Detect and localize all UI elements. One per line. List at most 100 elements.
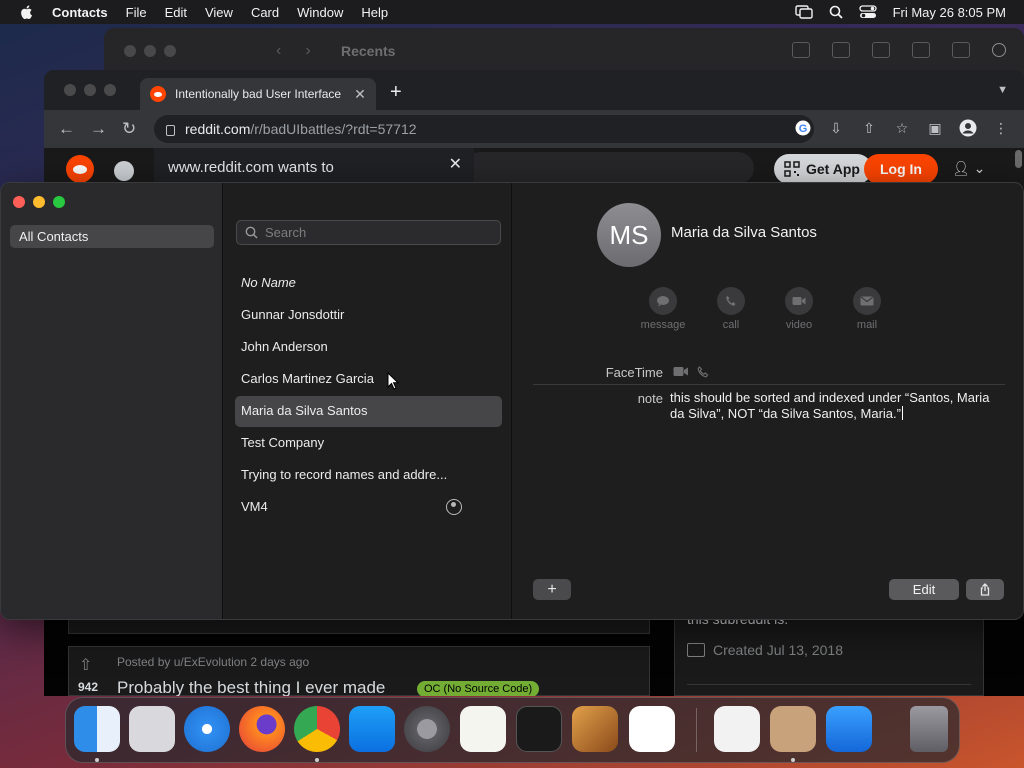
log-in-button[interactable]: Log In	[864, 154, 938, 184]
facetime-video-icon[interactable]	[673, 366, 689, 377]
menu-window[interactable]: Window	[297, 5, 343, 20]
dock-finder-icon[interactable]	[74, 706, 120, 752]
edit-button[interactable]: Edit	[889, 579, 959, 600]
phone-icon	[717, 287, 745, 315]
screen-mirroring-icon[interactable]	[794, 5, 813, 19]
menu-help[interactable]: Help	[361, 5, 388, 20]
dock-textedit-icon[interactable]	[460, 706, 506, 752]
close-icon[interactable]: ✕	[449, 154, 462, 174]
back-icon[interactable]: ←	[58, 119, 75, 139]
add-button[interactable]: +	[533, 579, 571, 600]
menu-view[interactable]: View	[205, 5, 233, 20]
traffic-lights-inactive[interactable]	[64, 84, 116, 96]
lock-icon[interactable]	[166, 124, 175, 136]
permission-text: www.reddit.com wants to	[168, 159, 334, 176]
menu-card[interactable]: Card	[251, 5, 279, 20]
dock-safari-icon[interactable]	[184, 706, 230, 752]
search-icon[interactable]	[992, 43, 1006, 57]
contact-row[interactable]: Test Company	[235, 428, 502, 459]
browser-toolbar: ← → ↻ reddit.com/r/badUIbattles/?rdt=577…	[44, 110, 1024, 148]
traffic-lights	[13, 196, 65, 208]
call-button[interactable]: call	[708, 287, 754, 331]
dock-trash-icon[interactable]	[910, 706, 948, 752]
post-title[interactable]: Probably the best thing I ever made	[117, 678, 385, 696]
forward-icon[interactable]: →	[90, 119, 107, 139]
close-icon[interactable]: ✕	[352, 86, 368, 103]
dock-contacts-icon[interactable]	[770, 706, 816, 752]
back-arrow-icon[interactable]: ‹	[276, 42, 281, 60]
dock-app-store-icon[interactable]	[349, 706, 395, 752]
mail-label: mail	[856, 319, 878, 331]
reddit-search-input[interactable]	[464, 152, 754, 184]
forward-arrow-icon[interactable]: ›	[305, 42, 310, 60]
menu-file[interactable]: File	[126, 5, 147, 20]
post-flair[interactable]: OC (No Source Code)	[417, 681, 540, 696]
mail-button[interactable]: mail	[844, 287, 890, 331]
menu-clock[interactable]: Fri May 26 8:05 PM	[893, 5, 1006, 20]
reddit-post[interactable]: ⇧ 942 Posted by u/ExEvolution 2 days ago…	[68, 646, 650, 696]
more-icon[interactable]	[952, 42, 970, 58]
profile-icon[interactable]	[959, 119, 977, 137]
reload-icon[interactable]: ↻	[122, 119, 136, 139]
dock-vscode-icon[interactable]	[629, 706, 675, 752]
menu-bar: Contacts File Edit View Card Window Help…	[0, 0, 1024, 24]
dock-instruments-icon[interactable]	[572, 706, 618, 752]
note-field[interactable]: this should be sorted and indexed under …	[670, 390, 990, 422]
reddit-logo-icon[interactable]	[66, 155, 94, 183]
contact-row-me[interactable]: VM4	[235, 492, 502, 523]
menu-edit[interactable]: Edit	[165, 5, 187, 20]
new-tab-icon[interactable]: +	[390, 82, 402, 102]
globe-icon[interactable]	[114, 161, 134, 181]
minimize-window-button[interactable]	[33, 196, 45, 208]
get-app-button[interactable]: Get App	[774, 154, 872, 184]
install-icon[interactable]: ⇩	[827, 119, 845, 137]
dock-chrome-icon[interactable]	[294, 706, 340, 752]
message-button[interactable]: message	[640, 287, 686, 331]
divider	[687, 684, 971, 685]
menu-app-name[interactable]: Contacts	[52, 5, 108, 20]
video-camera-icon	[785, 287, 813, 315]
user-menu-icon[interactable]: 👤︎ ⌄	[952, 160, 985, 177]
share-icon[interactable]	[872, 42, 890, 58]
contact-row[interactable]: Trying to record names and addre...	[235, 460, 502, 491]
upvote-icon[interactable]: ⇧	[79, 655, 92, 675]
close-window-button[interactable]	[13, 196, 25, 208]
share-icon[interactable]: ⇧	[860, 119, 878, 137]
apple-icon[interactable]	[18, 3, 36, 21]
share-button[interactable]	[966, 579, 1004, 600]
contact-row-selected[interactable]: Maria da Silva Santos	[235, 396, 502, 427]
dock-mail-icon[interactable]	[826, 706, 872, 752]
avatar[interactable]: MS	[597, 203, 661, 267]
dock-firefox-icon[interactable]	[239, 706, 285, 752]
contact-row[interactable]: No Name	[235, 268, 502, 299]
contact-row[interactable]: Carlos Martinez Garcia	[235, 364, 502, 395]
grid-view-icon[interactable]	[792, 42, 810, 58]
menu-kebab-icon[interactable]: ⋮	[992, 119, 1010, 137]
control-center-icon[interactable]	[858, 5, 877, 19]
dock-system-settings-icon[interactable]	[404, 706, 450, 752]
google-icon[interactable]: G	[794, 119, 812, 137]
bookmark-star-icon[interactable]: ☆	[893, 119, 911, 137]
address-bar[interactable]: reddit.com/r/badUIbattles/?rdt=57712	[154, 115, 814, 143]
spotlight-icon[interactable]	[829, 5, 843, 19]
sidepanel-icon[interactable]: ▣	[926, 119, 944, 137]
traffic-lights-inactive[interactable]	[124, 45, 176, 57]
contact-row[interactable]: John Anderson	[235, 332, 502, 363]
sidebar-item-all-contacts[interactable]: All Contacts	[10, 225, 214, 248]
video-button[interactable]: video	[776, 287, 822, 331]
browser-tab[interactable]: Intentionally bad User Interface ✕	[140, 78, 376, 110]
zoom-window-button[interactable]	[53, 196, 65, 208]
toolbar-icons: G ⇩ ⇧ ☆ ▣ ⋮	[794, 119, 1010, 137]
dock-visual-studio-icon[interactable]	[714, 706, 760, 752]
scrollbar[interactable]	[1015, 150, 1022, 168]
dock-launchpad-icon[interactable]	[129, 706, 175, 752]
contact-row[interactable]: Gunnar Jonsdottir	[235, 300, 502, 331]
chevron-down-icon[interactable]: ▼	[997, 84, 1008, 96]
post-meta[interactable]: Posted by u/ExEvolution 2 days ago	[117, 655, 309, 669]
facetime-audio-icon[interactable]	[697, 366, 709, 378]
search-input[interactable]: Search	[236, 220, 501, 245]
group-icon[interactable]	[832, 42, 850, 58]
tag-icon[interactable]	[912, 42, 930, 58]
dock-terminal-icon[interactable]	[516, 706, 562, 752]
contact-name: VM4	[241, 499, 268, 514]
